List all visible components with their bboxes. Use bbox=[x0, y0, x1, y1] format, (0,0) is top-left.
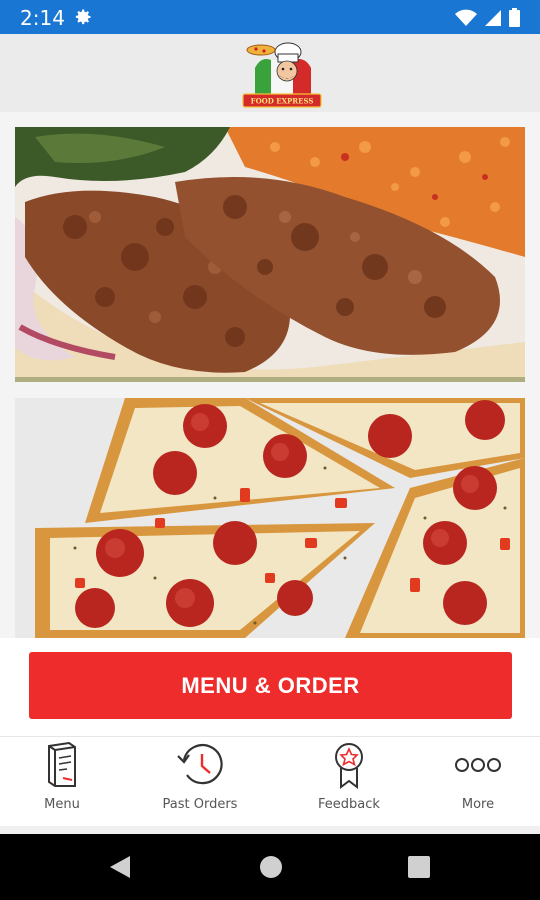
divider bbox=[0, 826, 540, 834]
system-nav-bar bbox=[0, 834, 540, 900]
menu-order-button[interactable]: MENU & ORDER bbox=[29, 652, 512, 719]
menu-book-icon bbox=[48, 742, 76, 787]
pepperoni-pizza-image bbox=[15, 398, 525, 638]
cta-area: MENU & ORDER bbox=[0, 638, 540, 736]
kebab-plate-image bbox=[15, 127, 525, 382]
history-clock-icon bbox=[177, 744, 223, 785]
content-area bbox=[0, 112, 540, 638]
award-star-icon bbox=[335, 743, 363, 789]
app-header: FOOD EXPRESS bbox=[0, 34, 540, 112]
home-icon[interactable] bbox=[259, 854, 283, 880]
nav-label-feedback: Feedback bbox=[318, 797, 380, 812]
chef-logo: FOOD EXPRESS bbox=[242, 42, 322, 108]
more-dots-icon bbox=[455, 758, 501, 772]
kebab-photo[interactable] bbox=[15, 127, 525, 382]
logo-text: FOOD EXPRESS bbox=[251, 97, 314, 106]
pizza-photo[interactable] bbox=[15, 398, 525, 638]
gear-icon bbox=[75, 9, 91, 25]
wifi-icon bbox=[455, 9, 477, 26]
nav-item-past-orders[interactable]: Past Orders bbox=[140, 737, 260, 827]
battery-icon bbox=[509, 8, 520, 27]
nav-item-feedback[interactable]: Feedback bbox=[289, 737, 409, 827]
status-bar: 2:14 bbox=[0, 0, 540, 34]
bottom-nav: Menu Past Orders Feedback More bbox=[0, 736, 540, 832]
nav-label-past-orders: Past Orders bbox=[162, 797, 238, 812]
signal-icon bbox=[485, 9, 501, 26]
nav-label-more: More bbox=[461, 797, 495, 812]
nav-item-more[interactable]: More bbox=[418, 737, 538, 827]
status-time: 2:14 bbox=[20, 6, 65, 30]
back-icon[interactable] bbox=[108, 854, 132, 880]
nav-item-menu[interactable]: Menu bbox=[2, 737, 122, 827]
recents-icon[interactable] bbox=[407, 854, 431, 880]
nav-label-menu: Menu bbox=[44, 797, 80, 812]
